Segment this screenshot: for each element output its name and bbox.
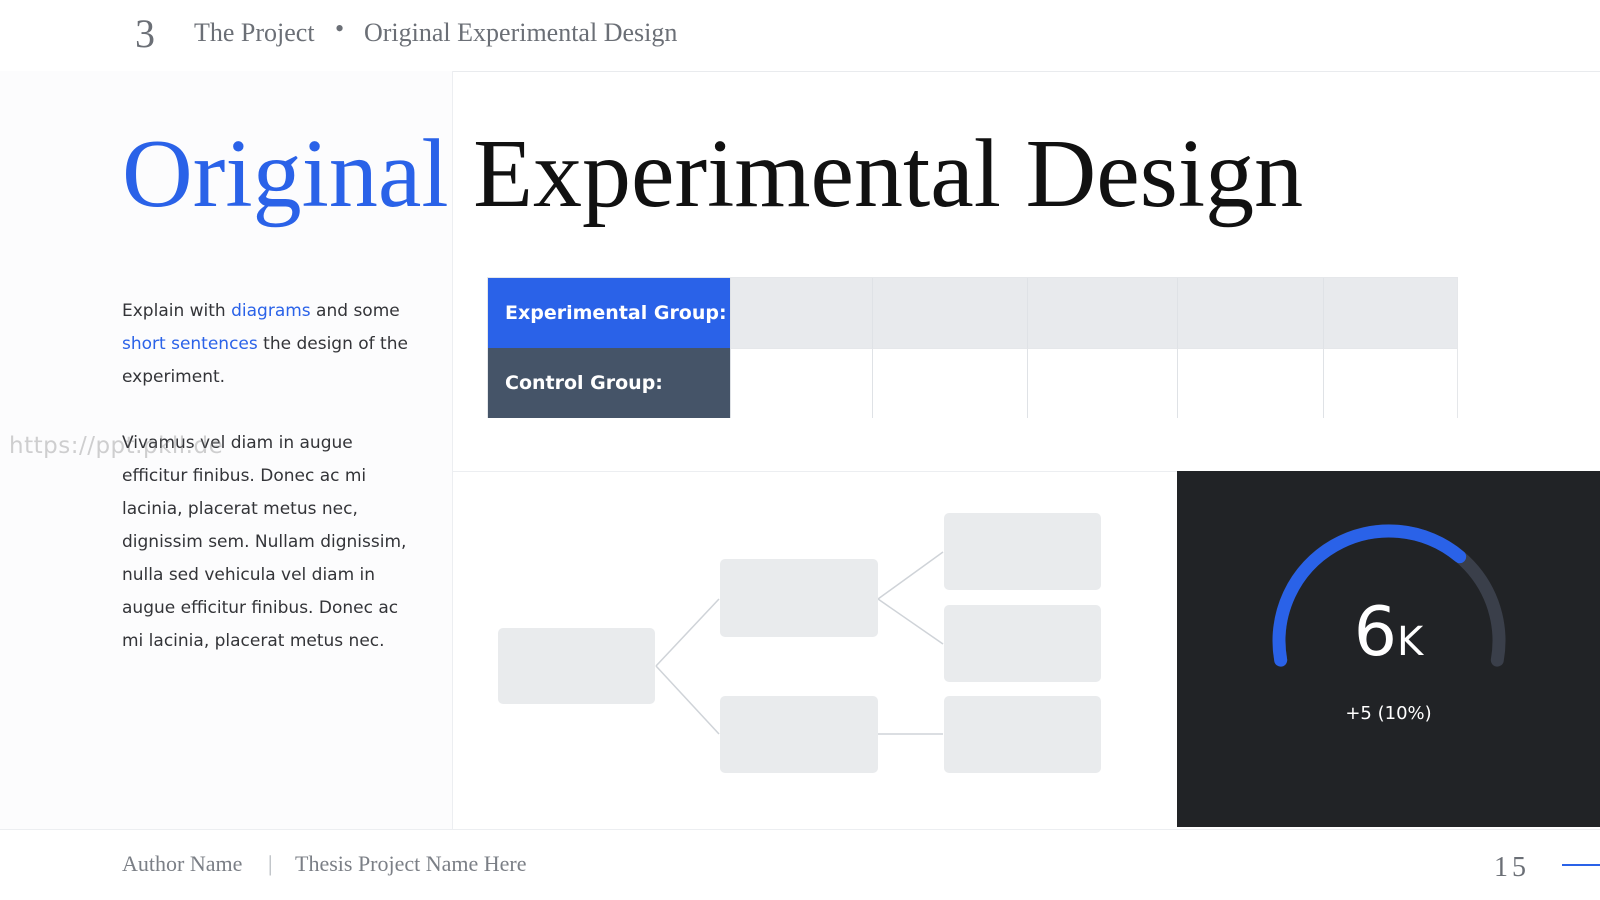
desc-text-1: Explain with: [122, 301, 232, 321]
diagram-node-leaf-1: [944, 513, 1101, 590]
table-cell: [1027, 278, 1177, 348]
horizontal-divider: [452, 471, 1177, 472]
description-paragraph: Explain with diagrams and some short sen…: [122, 295, 412, 394]
table-cell: [730, 348, 872, 418]
section-number: 3: [135, 11, 155, 56]
table-cell: [1323, 278, 1457, 348]
gauge-value: 6K: [1177, 593, 1600, 672]
gauge-delta: +5 (10%): [1345, 703, 1432, 724]
gauge-unit: K: [1397, 619, 1424, 665]
diagram-node-branch-1: [720, 559, 878, 637]
body-paragraph: Vivamus vel diam in augue efficitur fini…: [122, 433, 407, 651]
table-cell: [1323, 348, 1457, 418]
connector-line: [655, 665, 720, 735]
page-number: 15: [1494, 852, 1530, 883]
title-highlight: Original: [122, 120, 449, 228]
footer-divider: [0, 829, 1600, 830]
slide-header: 3 The Project • Original Experimental De…: [0, 0, 1600, 72]
gauge-panel: 6K +5 (10%): [1177, 471, 1600, 827]
desc-highlight-diagrams: diagrams: [231, 301, 311, 321]
diagram-node-leaf-2: [944, 605, 1101, 682]
connector-line: [877, 551, 944, 600]
experimental-group-label: Experimental Group:: [488, 278, 730, 348]
page-accent-line: [1562, 864, 1600, 866]
diagram-node-root: [498, 628, 655, 704]
diagram-node-branch-2: [720, 696, 878, 773]
groups-table: Experimental Group: Control Group:: [487, 277, 1458, 418]
connector-line: [877, 598, 944, 645]
footer-project: Thesis Project Name Here: [295, 851, 527, 876]
diagram-node-leaf-3: [944, 696, 1101, 773]
table-cell: [872, 348, 1027, 418]
section-title: The Project: [194, 18, 315, 47]
table-row-control: Control Group:: [488, 348, 1457, 418]
table-row-experimental: Experimental Group:: [488, 278, 1457, 348]
footer-author: Author Name: [122, 851, 243, 876]
control-group-label: Control Group:: [488, 348, 730, 418]
footer-separator: |: [268, 851, 273, 876]
table-cell: [1027, 348, 1177, 418]
subsection-title: Original Experimental Design: [364, 18, 678, 47]
table-cell: [872, 278, 1027, 348]
title-rest: Experimental Design: [473, 120, 1304, 228]
table-cell: [1177, 278, 1323, 348]
page-title: Original Experimental Design: [122, 118, 1303, 231]
desc-highlight-short-sentences: short sentences: [122, 334, 258, 354]
table-cell: [1177, 348, 1323, 418]
gauge-number: 6: [1353, 593, 1398, 672]
table-cell: [730, 278, 872, 348]
breadcrumb-separator: •: [335, 14, 345, 43]
connector-line: [655, 598, 720, 667]
watermark: https://ppt.pkll.de: [9, 433, 224, 459]
desc-text-2: and some: [310, 301, 400, 321]
